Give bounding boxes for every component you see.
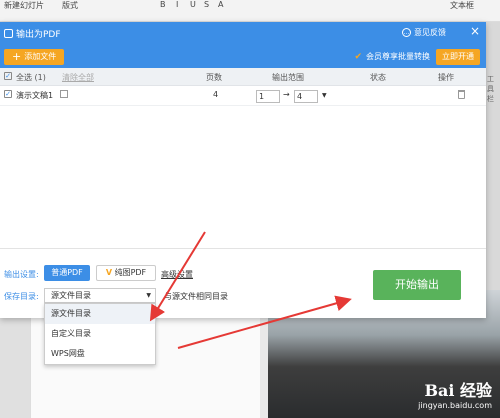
toolbar-layout[interactable]: 版式 bbox=[62, 0, 78, 11]
crown-icon: ✔ bbox=[354, 51, 362, 62]
output-settings-label: 输出设置: bbox=[4, 270, 39, 279]
watermark-url: jingyan.baidu.com bbox=[418, 401, 492, 410]
dialog-title: 输出为PDF bbox=[4, 27, 61, 40]
col-pages: 页数 bbox=[206, 73, 222, 82]
select-all-label[interactable]: 全选 (1) bbox=[16, 72, 46, 83]
start-export-button[interactable]: 开始输出 bbox=[373, 270, 461, 300]
settings-divider bbox=[0, 248, 486, 249]
row-file-name: 演示文稿1 bbox=[16, 91, 54, 100]
pure-pdf-label: 纯图PDF bbox=[114, 268, 147, 277]
normal-pdf-button[interactable]: 普通PDF bbox=[44, 265, 90, 281]
side-label: 工具栏 bbox=[487, 75, 494, 103]
edit-icon[interactable] bbox=[60, 90, 68, 98]
toolbar-bold[interactable]: B bbox=[160, 0, 166, 9]
app-toolbar: 新建幻灯片 版式 B I U S A 文本框 bbox=[0, 0, 500, 22]
table-header: ✓ 全选 (1) 清除全部 页数 输出范围 状态 操作 bbox=[0, 68, 486, 86]
clear-all-link[interactable]: 清除全部 bbox=[62, 72, 94, 83]
chevron-down-icon: ▼ bbox=[146, 292, 151, 299]
trash-icon[interactable] bbox=[458, 90, 465, 99]
watermark: Bai 经验 jingyan.baidu.com bbox=[418, 377, 492, 410]
dropdown-option-source[interactable]: 源文件目录 bbox=[45, 304, 155, 324]
save-dir-value: 源文件目录 bbox=[51, 291, 91, 300]
range-to-input[interactable]: 4 bbox=[294, 90, 318, 103]
col-status: 状态 bbox=[370, 73, 386, 82]
toolbar-italic[interactable]: I bbox=[176, 0, 178, 9]
pure-pdf-icon: V bbox=[105, 268, 113, 277]
member-tip: ✔ 会员尊享批量转换 bbox=[354, 51, 430, 62]
export-pdf-dialog: 输出为PDF … 意见反馈 × + 添加文件 ✔ 会员尊享批量转换 立即开通 ✓… bbox=[0, 22, 486, 318]
range-arrow: → bbox=[283, 90, 290, 99]
pdf-icon bbox=[4, 29, 13, 38]
plus-icon: + bbox=[12, 50, 22, 63]
toolbar-underline[interactable]: U bbox=[190, 0, 196, 9]
open-member-button[interactable]: 立即开通 bbox=[436, 49, 480, 65]
col-range: 输出范围 bbox=[272, 73, 304, 82]
toolbar-strike[interactable]: S bbox=[204, 0, 209, 9]
row-pages: 4 bbox=[213, 90, 219, 99]
feedback-icon: … bbox=[402, 28, 411, 37]
member-tip-text: 会员尊享批量转换 bbox=[366, 52, 430, 61]
dropdown-option-wps-cloud[interactable]: WPS网盘 bbox=[45, 344, 155, 364]
toolbar-textbox[interactable]: 文本框 bbox=[450, 0, 474, 11]
save-dir-dropdown: 源文件目录 自定义目录 WPS网盘 bbox=[44, 303, 156, 365]
close-icon[interactable]: × bbox=[470, 24, 480, 38]
dialog-title-text: 输出为PDF bbox=[16, 30, 61, 40]
toolbar-new-slide[interactable]: 新建幻灯片 bbox=[4, 0, 44, 11]
feedback-link[interactable]: … 意见反馈 bbox=[402, 27, 446, 38]
same-dir-text: 与源文件相同目录 bbox=[164, 292, 228, 301]
add-file-button[interactable]: + 添加文件 bbox=[4, 49, 65, 65]
add-file-label: 添加文件 bbox=[24, 52, 57, 61]
col-action: 操作 bbox=[438, 73, 454, 82]
pure-image-pdf-button[interactable]: V 纯图PDF bbox=[96, 265, 156, 281]
range-from-input[interactable]: 1 bbox=[256, 90, 280, 103]
range-dropdown-icon[interactable]: ▼ bbox=[322, 92, 327, 99]
table-row: ✓ 演示文稿1 4 1 → 4 ▼ bbox=[0, 86, 486, 106]
feedback-label: 意见反馈 bbox=[414, 28, 446, 37]
advanced-settings-link[interactable]: 高级设置 bbox=[161, 269, 193, 280]
save-dir-label: 保存目录: bbox=[4, 292, 39, 301]
save-dir-select[interactable]: 源文件目录 ▼ bbox=[44, 288, 156, 303]
dropdown-option-custom[interactable]: 自定义目录 bbox=[45, 324, 155, 344]
row-checkbox[interactable]: ✓ bbox=[4, 90, 12, 98]
select-all-checkbox[interactable]: ✓ bbox=[4, 72, 12, 80]
dialog-header: 输出为PDF … 意见反馈 × + 添加文件 ✔ 会员尊享批量转换 立即开通 bbox=[0, 22, 486, 68]
toolbar-font-color[interactable]: A bbox=[218, 0, 223, 9]
watermark-brand: Bai 经验 bbox=[424, 381, 492, 400]
